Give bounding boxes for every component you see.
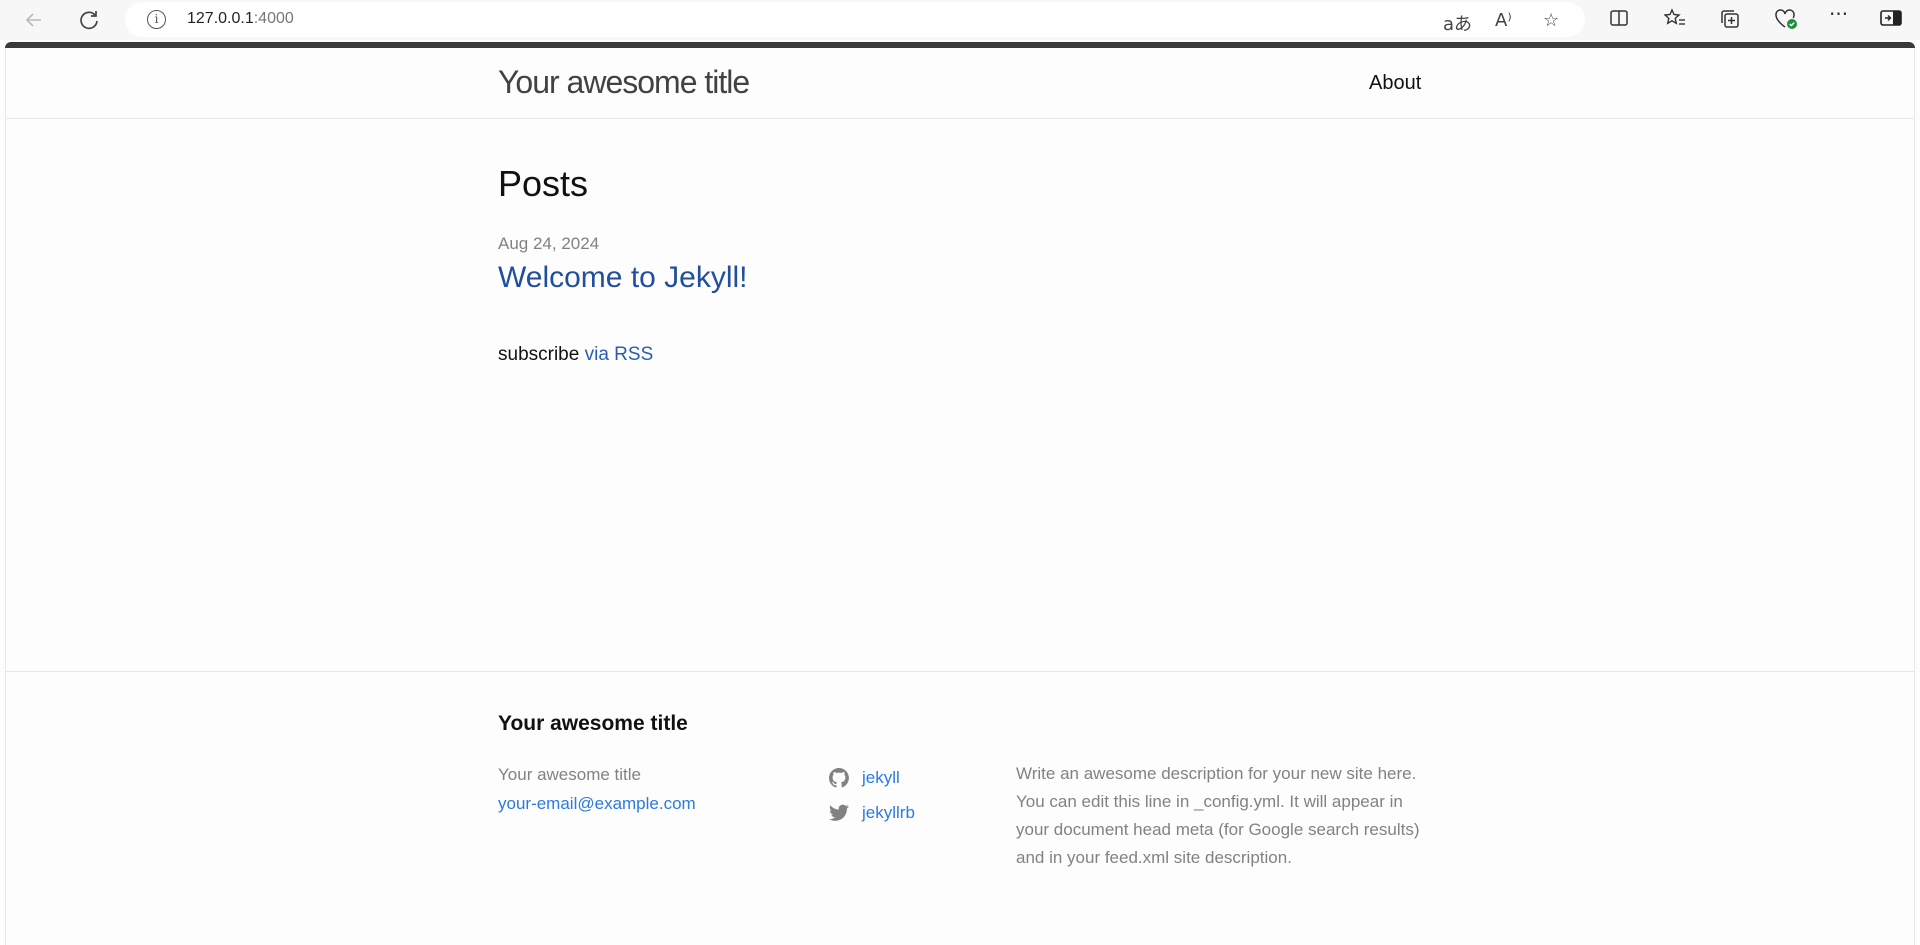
split-screen-icon[interactable] <box>1609 8 1629 33</box>
footer-contact: Your awesome title your-email@example.co… <box>498 760 696 818</box>
nav-about-link[interactable]: About <box>1369 72 1421 95</box>
social-item-twitter[interactable]: jekyllrb <box>828 795 915 830</box>
rss-link[interactable]: via RSS <box>585 344 654 365</box>
subscribe-text: subscribe via RSS <box>498 344 653 366</box>
address-url[interactable]: 127.0.0.1:4000 <box>187 10 294 28</box>
footer-name: Your awesome title <box>498 765 642 784</box>
read-aloud-icon[interactable]: A⁾ <box>1495 10 1512 31</box>
browser-toolbar: i 127.0.0.1:4000 aあ A⁾ ☆ ··· <box>0 0 1920 40</box>
footer-social: jekyll jekyllrb <box>828 760 915 830</box>
site-header: Your awesome title About <box>6 48 1914 119</box>
footer-email-link[interactable]: your-email@example.com <box>498 789 696 818</box>
collections-icon[interactable] <box>1719 8 1741 35</box>
post-title-link[interactable]: Welcome to Jekyll! <box>498 261 748 295</box>
footer-heading: Your awesome title <box>498 712 688 735</box>
favorite-star-icon[interactable]: ☆ <box>1543 10 1559 31</box>
reload-icon[interactable] <box>75 6 103 34</box>
page-viewport: Your awesome title About Posts Aug 24, 2… <box>5 48 1915 945</box>
github-link[interactable]: jekyll <box>862 768 900 788</box>
sidebar-icon[interactable] <box>1880 8 1902 33</box>
posts-heading: Posts <box>498 163 589 204</box>
social-item-github[interactable]: jekyll <box>828 760 915 795</box>
post-date: Aug 24, 2024 <box>498 234 600 253</box>
favorites-icon[interactable] <box>1663 8 1686 33</box>
more-icon[interactable]: ··· <box>1829 2 1848 26</box>
info-icon[interactable]: i <box>147 10 166 29</box>
site-footer: Your awesome title Your awesome title yo… <box>6 671 1914 945</box>
twitter-link[interactable]: jekyllrb <box>862 803 915 823</box>
address-bar[interactable]: i 127.0.0.1:4000 aあ A⁾ ☆ <box>125 2 1585 37</box>
github-icon <box>828 767 850 789</box>
translate-icon[interactable]: aあ <box>1443 10 1472 36</box>
subscribe-prefix: subscribe <box>498 344 585 365</box>
twitter-icon <box>828 802 850 824</box>
back-icon[interactable] <box>20 6 48 34</box>
browser-essentials-icon[interactable] <box>1774 8 1798 35</box>
site-title-link[interactable]: Your awesome title <box>498 64 750 101</box>
site-description: Write an awesome description for your ne… <box>1016 764 1420 867</box>
